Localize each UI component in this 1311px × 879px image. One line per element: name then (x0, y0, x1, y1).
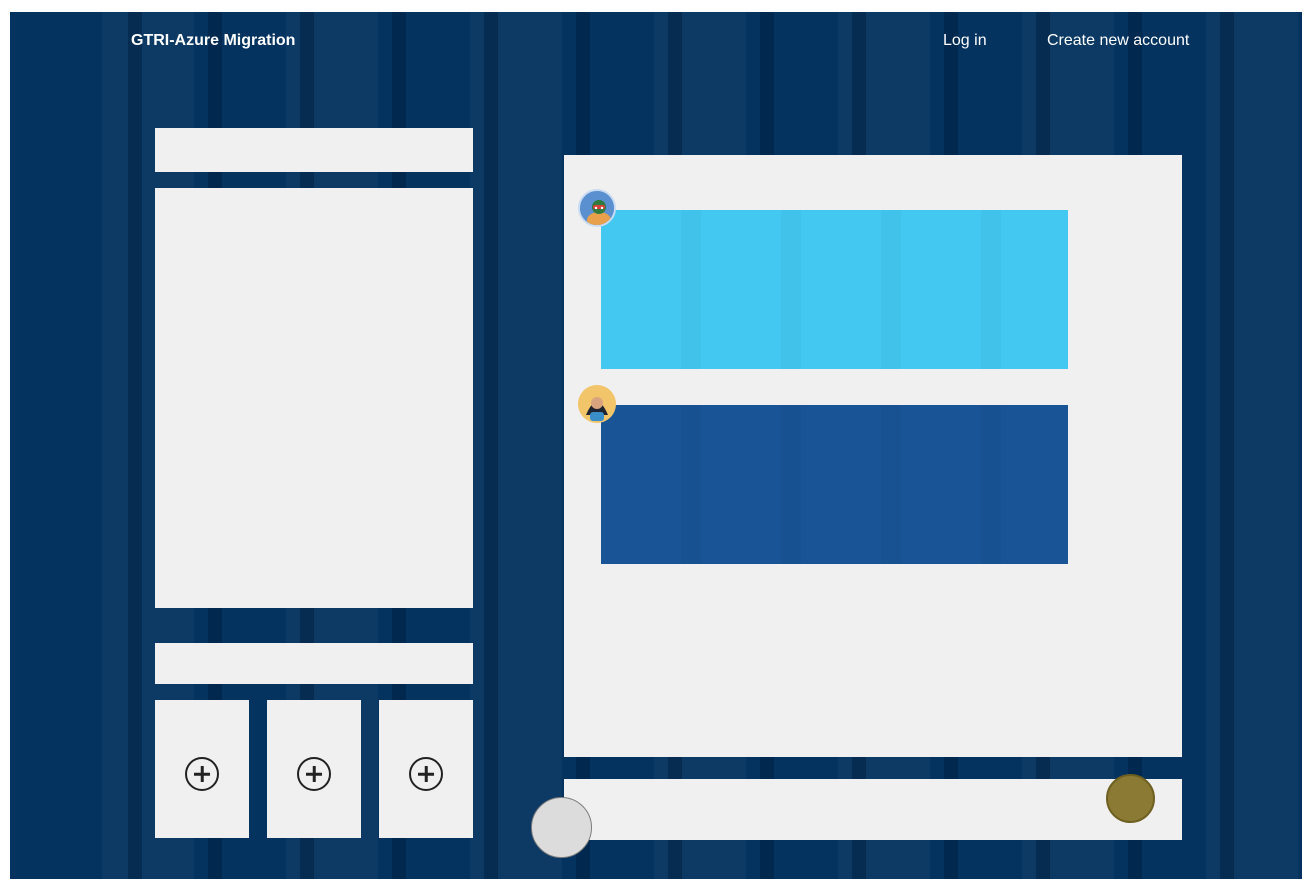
attach-button[interactable] (531, 797, 592, 858)
login-link[interactable]: Log in (943, 32, 987, 50)
left-header-bar (155, 128, 473, 172)
avatar-1 (578, 189, 616, 227)
plus-circle-icon (409, 757, 443, 791)
left-content-panel (155, 188, 473, 608)
add-tile-1[interactable] (155, 700, 249, 838)
brand-title: GTRI-Azure Migration (131, 32, 296, 49)
background-stripe (1220, 12, 1234, 879)
chat-message-2 (601, 405, 1068, 564)
chat-panel (564, 155, 1182, 757)
create-account-link[interactable]: Create new account (1047, 32, 1189, 50)
chat-message-1 (601, 210, 1068, 369)
avatar-2-illustration (578, 385, 616, 423)
add-tile-3[interactable] (379, 700, 473, 838)
plus-circle-icon (185, 757, 219, 791)
background-stripe (128, 12, 142, 879)
avatar-2 (578, 385, 616, 423)
send-button[interactable] (1106, 774, 1155, 823)
app-background: GTRI-Azure Migration Log in Create new a… (10, 12, 1302, 879)
message-input-bar[interactable] (564, 779, 1182, 840)
background-stripe (484, 12, 498, 879)
add-tile-2[interactable] (267, 700, 361, 838)
left-input-bar[interactable] (155, 643, 473, 684)
plus-circle-icon (297, 757, 331, 791)
